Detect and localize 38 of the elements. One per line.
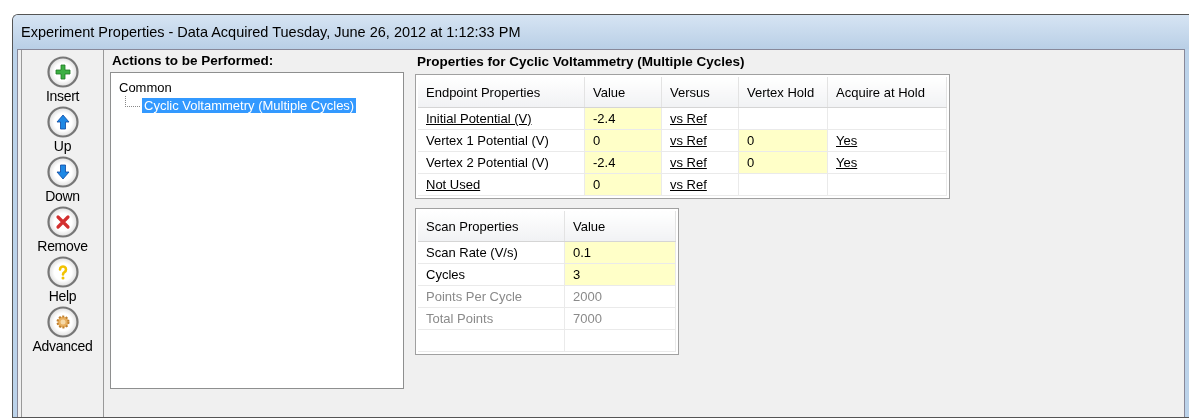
table-cell: 2000	[564, 285, 676, 308]
column-header: Acquire at Hold	[827, 77, 947, 108]
table-cell: Vertex 1 Potential (V)	[418, 129, 585, 152]
toolbar-button[interactable]: Insert	[22, 56, 103, 104]
table-cell: Points Per Cycle	[418, 285, 565, 308]
property-link[interactable]: Yes	[836, 133, 858, 148]
table-cell: Total Points	[418, 307, 565, 330]
property-link[interactable]: vs Ref	[670, 177, 707, 192]
toolbar-button[interactable]: Remove	[22, 206, 103, 254]
gear-icon	[46, 306, 79, 338]
question-mark-icon	[46, 256, 79, 288]
property-link[interactable]: Initial Potential (V)	[426, 111, 532, 126]
property-link[interactable]: Yes	[836, 155, 858, 170]
cross-icon	[46, 206, 79, 238]
column-header: Vertex Hold	[738, 77, 828, 108]
section-heading: Properties for Cyclic Voltammetry (Multiple Cycles)	[416, 53, 746, 71]
property-link[interactable]: vs Ref	[670, 111, 707, 126]
toolbar-button[interactable]: Up	[22, 106, 103, 154]
table-cell: Cycles	[418, 263, 565, 286]
property-link[interactable]: Not Used	[426, 177, 481, 192]
table-cell: 7000	[564, 307, 676, 330]
section-heading: Actions to be Performed:	[111, 52, 275, 70]
property-link[interactable]: vs Ref	[670, 155, 707, 170]
table-cell: Scan Rate (V/s)	[418, 241, 565, 264]
toolbar-button[interactable]: Down	[22, 156, 103, 204]
tree-item[interactable]: Common	[117, 79, 174, 95]
column-header: Value	[564, 211, 676, 242]
toolbar-button[interactable]: Help	[22, 256, 103, 304]
window-title: Experiment Properties - Data Acquired Tuesday, June 26, 2012 at 1:12:33 PM	[21, 24, 521, 40]
column-header: Endpoint Properties	[418, 77, 585, 108]
tree-connector	[125, 95, 140, 107]
table-cell: Vertex 2 Potential (V)	[418, 151, 585, 174]
plus-icon	[46, 56, 79, 88]
toolbar-button[interactable]: Advanced	[22, 306, 103, 354]
property-link[interactable]: vs Ref	[670, 133, 707, 148]
column-header: Versus	[661, 77, 739, 108]
column-header: Value	[584, 77, 662, 108]
column-header: Scan Properties	[418, 211, 565, 242]
